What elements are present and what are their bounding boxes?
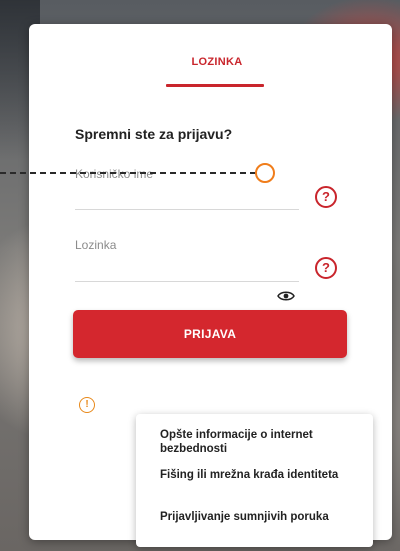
focus-indicator-icon <box>255 163 275 183</box>
security-info-panel: Opšte informacije o internet bezbednosti… <box>136 414 373 547</box>
tab-lozinka[interactable]: LOZINKA <box>169 56 265 68</box>
annotation-dashed-line <box>0 172 256 174</box>
active-tab-indicator <box>166 84 264 87</box>
form-heading: Spremni ste za prijavu? <box>75 126 233 142</box>
info-alert-icon: ! <box>79 397 95 413</box>
login-button[interactable]: PRIJAVA <box>73 310 347 358</box>
info-link-internet-security[interactable]: Opšte informacije o internet bezbednosti <box>160 428 360 456</box>
info-link-phishing[interactable]: Fišing ili mrežna krađa identiteta <box>160 468 360 482</box>
password-field[interactable] <box>75 281 299 282</box>
password-help-button[interactable]: ? <box>315 257 337 279</box>
info-link-report-messages[interactable]: Prijavljivanje sumnjivih poruka <box>160 510 360 524</box>
password-label: Lozinka <box>75 238 117 252</box>
show-password-icon[interactable] <box>277 290 295 302</box>
login-card: LOZINKA Spremni ste za prijavu? Korisnič… <box>29 24 392 547</box>
username-label: Korisničko ime <box>75 167 154 181</box>
username-field[interactable] <box>75 209 299 210</box>
username-help-button[interactable]: ? <box>315 186 337 208</box>
